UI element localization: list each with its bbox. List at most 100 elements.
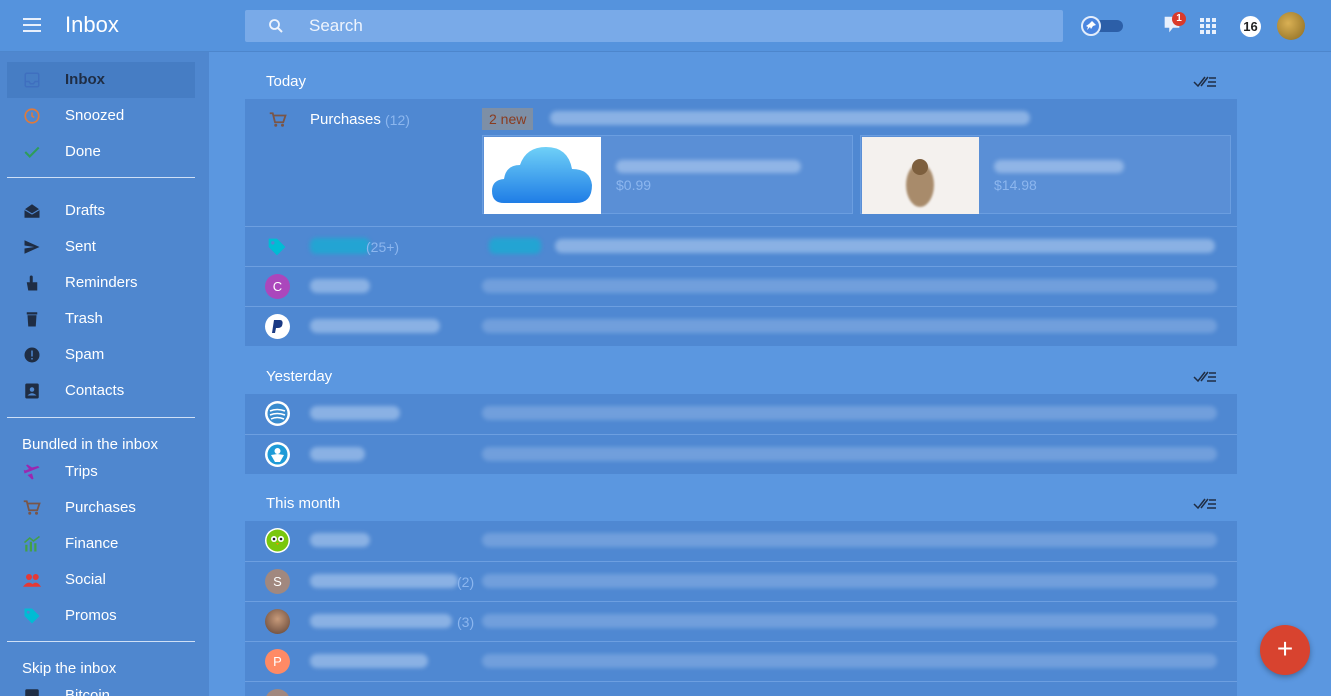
sweep-done-icon[interactable] <box>1193 369 1217 383</box>
itunes-thumb <box>862 137 979 214</box>
sidebar-divider <box>7 177 195 178</box>
pin-toggle[interactable] <box>1081 16 1123 36</box>
yesterday-card <box>245 394 1237 474</box>
arq-icon <box>265 401 290 426</box>
sidebar-item-sent[interactable]: Sent <box>7 229 195 265</box>
sidebar-item-bitcoin[interactable]: Bitcoin <box>7 678 195 696</box>
email-sender <box>310 279 370 293</box>
check-icon <box>24 146 40 158</box>
bundle-name <box>310 238 370 254</box>
account-count-badge[interactable]: 16 <box>1240 16 1261 37</box>
reminder-icon <box>26 275 38 291</box>
group-title-this-month: This month <box>266 495 341 512</box>
bundle-name: Purchases <box>310 111 381 128</box>
apps-grid-icon[interactable] <box>1200 18 1216 34</box>
search-box[interactable] <box>245 10 1063 42</box>
group-title-yesterday: Yesterday <box>266 368 333 385</box>
people-icon <box>23 574 41 587</box>
email-row[interactable] <box>245 521 1237 561</box>
tile-price: $0.99 <box>616 177 652 193</box>
sidebar-item-purchases[interactable]: Purchases <box>7 490 195 526</box>
email-row[interactable] <box>245 434 1237 474</box>
softonic-icon <box>265 442 290 467</box>
email-row[interactable] <box>245 681 1237 696</box>
bundle-count: (12) <box>385 112 410 128</box>
user-avatar[interactable] <box>1277 12 1305 40</box>
sidebar-item-promos[interactable]: Promos <box>7 598 195 634</box>
email-row[interactable] <box>245 394 1237 434</box>
notification-count-badge: 1 <box>1172 12 1186 26</box>
group-title-today: Today <box>266 73 307 90</box>
sidebar-item-finance[interactable]: Finance <box>7 526 195 562</box>
thread-count: (2) <box>457 574 475 590</box>
plane-icon <box>23 464 40 480</box>
new-badge: 2 new <box>482 108 534 130</box>
sidebar: Inbox Snoozed Done Drafts Sent Reminders… <box>0 52 209 696</box>
email-sender <box>310 533 370 547</box>
purchase-tile[interactable]: $0.99 <box>482 135 853 214</box>
sidebar-item-contacts[interactable]: Contacts <box>7 373 195 409</box>
email-row[interactable]: C <box>245 266 1237 306</box>
spam-icon <box>24 347 40 363</box>
avatar <box>265 689 290 696</box>
email-sender <box>310 574 458 588</box>
email-subject <box>482 574 1217 588</box>
email-subject <box>482 533 1217 547</box>
email-sender <box>310 447 365 461</box>
sidebar-item-spam[interactable]: Spam <box>7 337 195 373</box>
bundle-purchases[interactable]: Purchases (12) 2 new $0.99 $14.98 <box>245 99 1237 226</box>
notifications-button[interactable]: 1 <box>1161 12 1186 38</box>
compose-button[interactable]: + <box>1260 625 1310 675</box>
sweep-done-icon[interactable] <box>1193 74 1217 88</box>
search-icon[interactable] <box>267 17 285 35</box>
duolingo-icon <box>265 528 290 553</box>
sidebar-item-social[interactable]: Social <box>7 562 195 598</box>
bundle-senders <box>555 239 1215 253</box>
thread-count: (3) <box>457 614 475 630</box>
avatar: S <box>265 569 290 594</box>
pin-icon <box>1081 16 1101 36</box>
today-card: Purchases (12) 2 new $0.99 $14.98 (25+) … <box>245 99 1237 346</box>
bundled-heading: Bundled in the inbox <box>22 436 158 453</box>
email-subject <box>482 654 1217 668</box>
tag-icon <box>24 608 40 624</box>
email-row[interactable]: P <box>245 641 1237 681</box>
label-icon <box>25 689 39 696</box>
sidebar-item-trash[interactable]: Trash <box>7 301 195 337</box>
email-subject <box>482 279 1217 293</box>
email-row[interactable]: S (2) <box>245 561 1237 601</box>
sidebar-item-inbox[interactable]: Inbox <box>7 62 195 98</box>
cart-icon <box>269 112 287 127</box>
paypal-icon <box>265 314 290 339</box>
finance-icon <box>24 535 40 552</box>
inbox-icon <box>24 72 40 88</box>
email-sender <box>310 654 428 668</box>
avatar: C <box>265 274 290 299</box>
sidebar-divider <box>7 417 195 418</box>
email-subject <box>482 319 1217 333</box>
email-subject <box>482 614 1217 628</box>
purchase-tile[interactable]: $14.98 <box>860 135 1231 214</box>
email-row[interactable] <box>245 306 1237 346</box>
hamburger-menu-icon[interactable] <box>23 18 41 32</box>
page-title: Inbox <box>65 12 119 37</box>
sidebar-divider <box>7 641 195 642</box>
clock-icon <box>24 108 40 124</box>
sidebar-item-snoozed[interactable]: Snoozed <box>7 98 195 134</box>
sidebar-item-trips[interactable]: Trips <box>7 454 195 490</box>
top-bar: Inbox 1 16 <box>0 0 1331 52</box>
bundle-promos[interactable]: (25+) <box>245 226 1237 266</box>
send-icon <box>24 240 40 254</box>
tile-price: $14.98 <box>994 177 1037 193</box>
contacts-icon <box>25 383 39 399</box>
sidebar-item-drafts[interactable]: Drafts <box>7 193 195 229</box>
sweep-done-icon[interactable] <box>1193 496 1217 510</box>
bundle-senders <box>550 111 1030 125</box>
search-input[interactable] <box>309 10 1009 42</box>
sidebar-item-done[interactable]: Done <box>7 134 195 170</box>
email-row[interactable]: (3) <box>245 601 1237 641</box>
email-sender <box>310 406 400 420</box>
sidebar-item-reminders[interactable]: Reminders <box>7 265 195 301</box>
this-month-card: S (2) (3) P <box>245 521 1237 696</box>
plus-icon: + <box>1276 633 1294 664</box>
